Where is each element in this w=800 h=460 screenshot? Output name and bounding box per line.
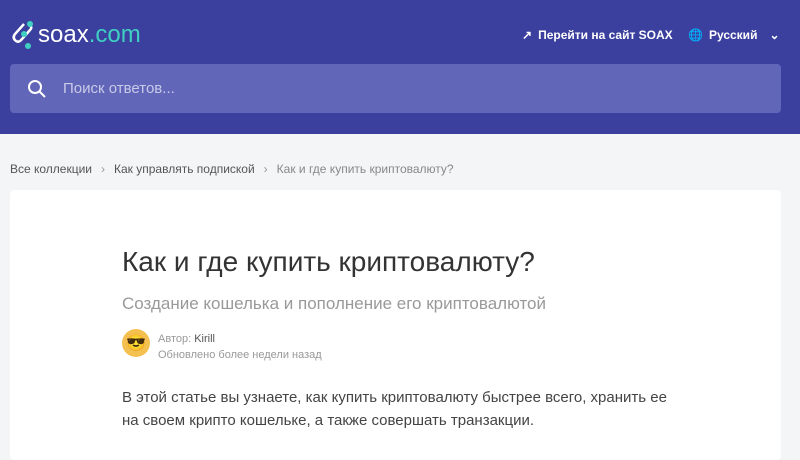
chevron-down-icon: ⌄ <box>769 28 780 42</box>
logo-icon <box>12 21 33 49</box>
updated-text: Обновлено более недели назад <box>158 349 322 361</box>
search-input[interactable] <box>63 80 663 97</box>
breadcrumb-collection[interactable]: Как управлять подпиской <box>114 162 255 176</box>
site-link[interactable]: ↗ Перейти на сайт SOAX <box>522 28 673 42</box>
search-bar <box>10 64 781 113</box>
article-meta: Автор: Kirill Обновлено более недели наз… <box>158 331 322 363</box>
chevron-right-icon: › <box>101 162 106 176</box>
search-icon <box>28 79 46 98</box>
soax-logo[interactable]: soax .com <box>10 20 141 50</box>
article-intro: В этой статье вы узнаете, как купить кри… <box>122 389 667 429</box>
logo-text: soax <box>38 21 89 48</box>
breadcrumb-current: Как и где купить криптовалюту? <box>276 162 454 176</box>
breadcrumb: Все коллекции › Как управлять подпиской … <box>10 162 454 176</box>
header: soax .com ↗ Перейти на сайт SOAX 🌐 Русски… <box>0 0 800 134</box>
article-title: Как и где купить криптовалюту? <box>122 246 535 277</box>
logo-tld: .com <box>88 21 141 48</box>
language-select[interactable]: 🌐 Русский ⌄ <box>688 28 780 42</box>
breadcrumb-all-collections[interactable]: Все коллекции <box>10 162 92 176</box>
author-label: Автор: <box>158 333 192 345</box>
chevron-right-icon: › <box>263 162 268 176</box>
article-subtitle: Создание кошелька и пополнение его крипт… <box>122 294 547 313</box>
site-link-label: Перейти на сайт SOAX <box>538 28 673 42</box>
external-link-icon: ↗ <box>522 28 533 42</box>
author-name: Kirill <box>194 333 215 345</box>
language-label: Русский <box>708 28 758 42</box>
avatar: 😎 <box>122 329 150 357</box>
article-card: Как и где купить криптовалюту? Создание … <box>10 190 781 460</box>
globe-icon: 🌐 <box>688 28 703 42</box>
